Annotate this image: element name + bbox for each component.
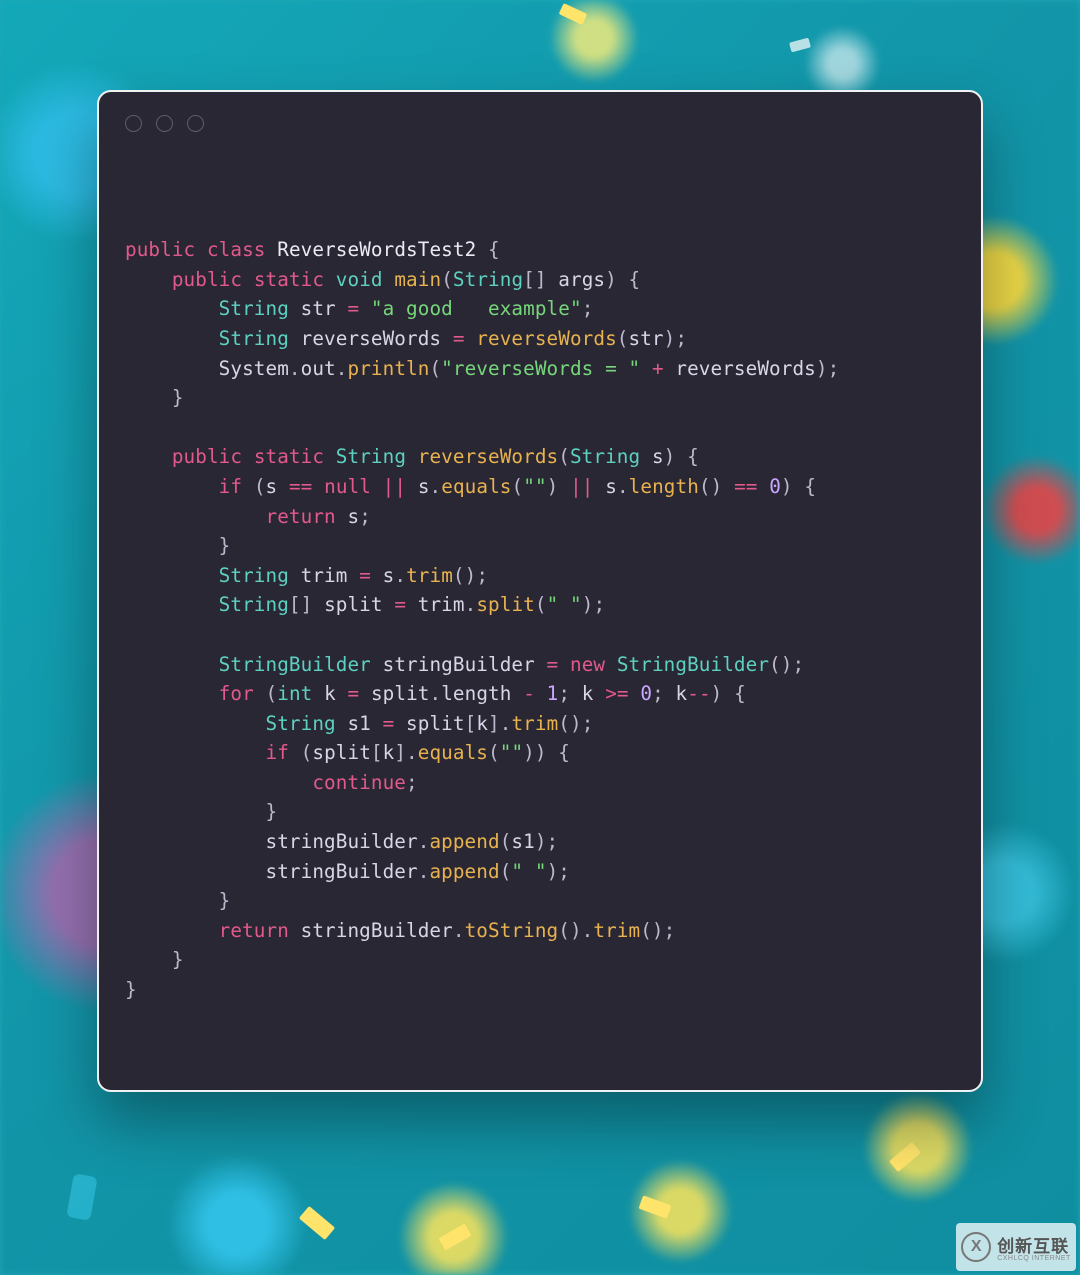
code-line: stringBuilder.append(s1); bbox=[125, 830, 558, 853]
keyword-public: public bbox=[125, 238, 195, 261]
code-line: if (s == null || s.equals("") || s.lengt… bbox=[125, 475, 816, 498]
method-reverseWords: reverseWords bbox=[418, 445, 559, 468]
code-line: } bbox=[125, 948, 184, 971]
method-main: main bbox=[394, 268, 441, 291]
code-line: String s1 = split[k].trim(); bbox=[125, 712, 593, 735]
watermark: X 创新互联 CXHLCQ INTERNET bbox=[956, 1223, 1076, 1271]
code-line: String reverseWords = reverseWords(str); bbox=[125, 327, 687, 350]
code-line: String trim = s.trim(); bbox=[125, 564, 488, 587]
code-line: public class ReverseWordsTest2 { bbox=[125, 238, 500, 261]
watermark-text: 创新互联 bbox=[997, 1232, 1071, 1257]
code-line: System.out.println("reverseWords = " + r… bbox=[125, 357, 839, 380]
class-name: ReverseWordsTest2 bbox=[277, 238, 476, 261]
keyword-class: class bbox=[207, 238, 266, 261]
code-line: return s; bbox=[125, 505, 371, 528]
code-line: continue; bbox=[125, 771, 418, 794]
minimize-icon[interactable] bbox=[156, 115, 173, 132]
titlebar bbox=[99, 92, 981, 154]
code-line: } bbox=[125, 889, 230, 912]
watermark-logo-icon: X bbox=[961, 1232, 991, 1262]
code-line: public static void main(String[] args) { bbox=[125, 268, 640, 291]
watermark-subtext: CXHLCQ INTERNET bbox=[997, 1255, 1071, 1262]
code-line: } bbox=[125, 534, 230, 557]
code-line: if (split[k].equals("")) { bbox=[125, 741, 570, 764]
code-line: for (int k = split.length - 1; k >= 0; k… bbox=[125, 682, 746, 705]
code-line: } bbox=[125, 800, 277, 823]
code-line: } bbox=[125, 386, 184, 409]
code-line: return stringBuilder.toString().trim(); bbox=[125, 919, 675, 942]
code-line: public static String reverseWords(String… bbox=[125, 445, 699, 468]
code-block: public class ReverseWordsTest2 { public … bbox=[99, 154, 981, 1034]
code-window: public class ReverseWordsTest2 { public … bbox=[97, 90, 983, 1092]
close-icon[interactable] bbox=[125, 115, 142, 132]
code-line: StringBuilder stringBuilder = new String… bbox=[125, 653, 804, 676]
code-line: } bbox=[125, 978, 137, 1001]
code-line: stringBuilder.append(" "); bbox=[125, 860, 570, 883]
zoom-icon[interactable] bbox=[187, 115, 204, 132]
code-line: String[] split = trim.split(" "); bbox=[125, 593, 605, 616]
code-line: String str = "a good example"; bbox=[125, 297, 593, 320]
